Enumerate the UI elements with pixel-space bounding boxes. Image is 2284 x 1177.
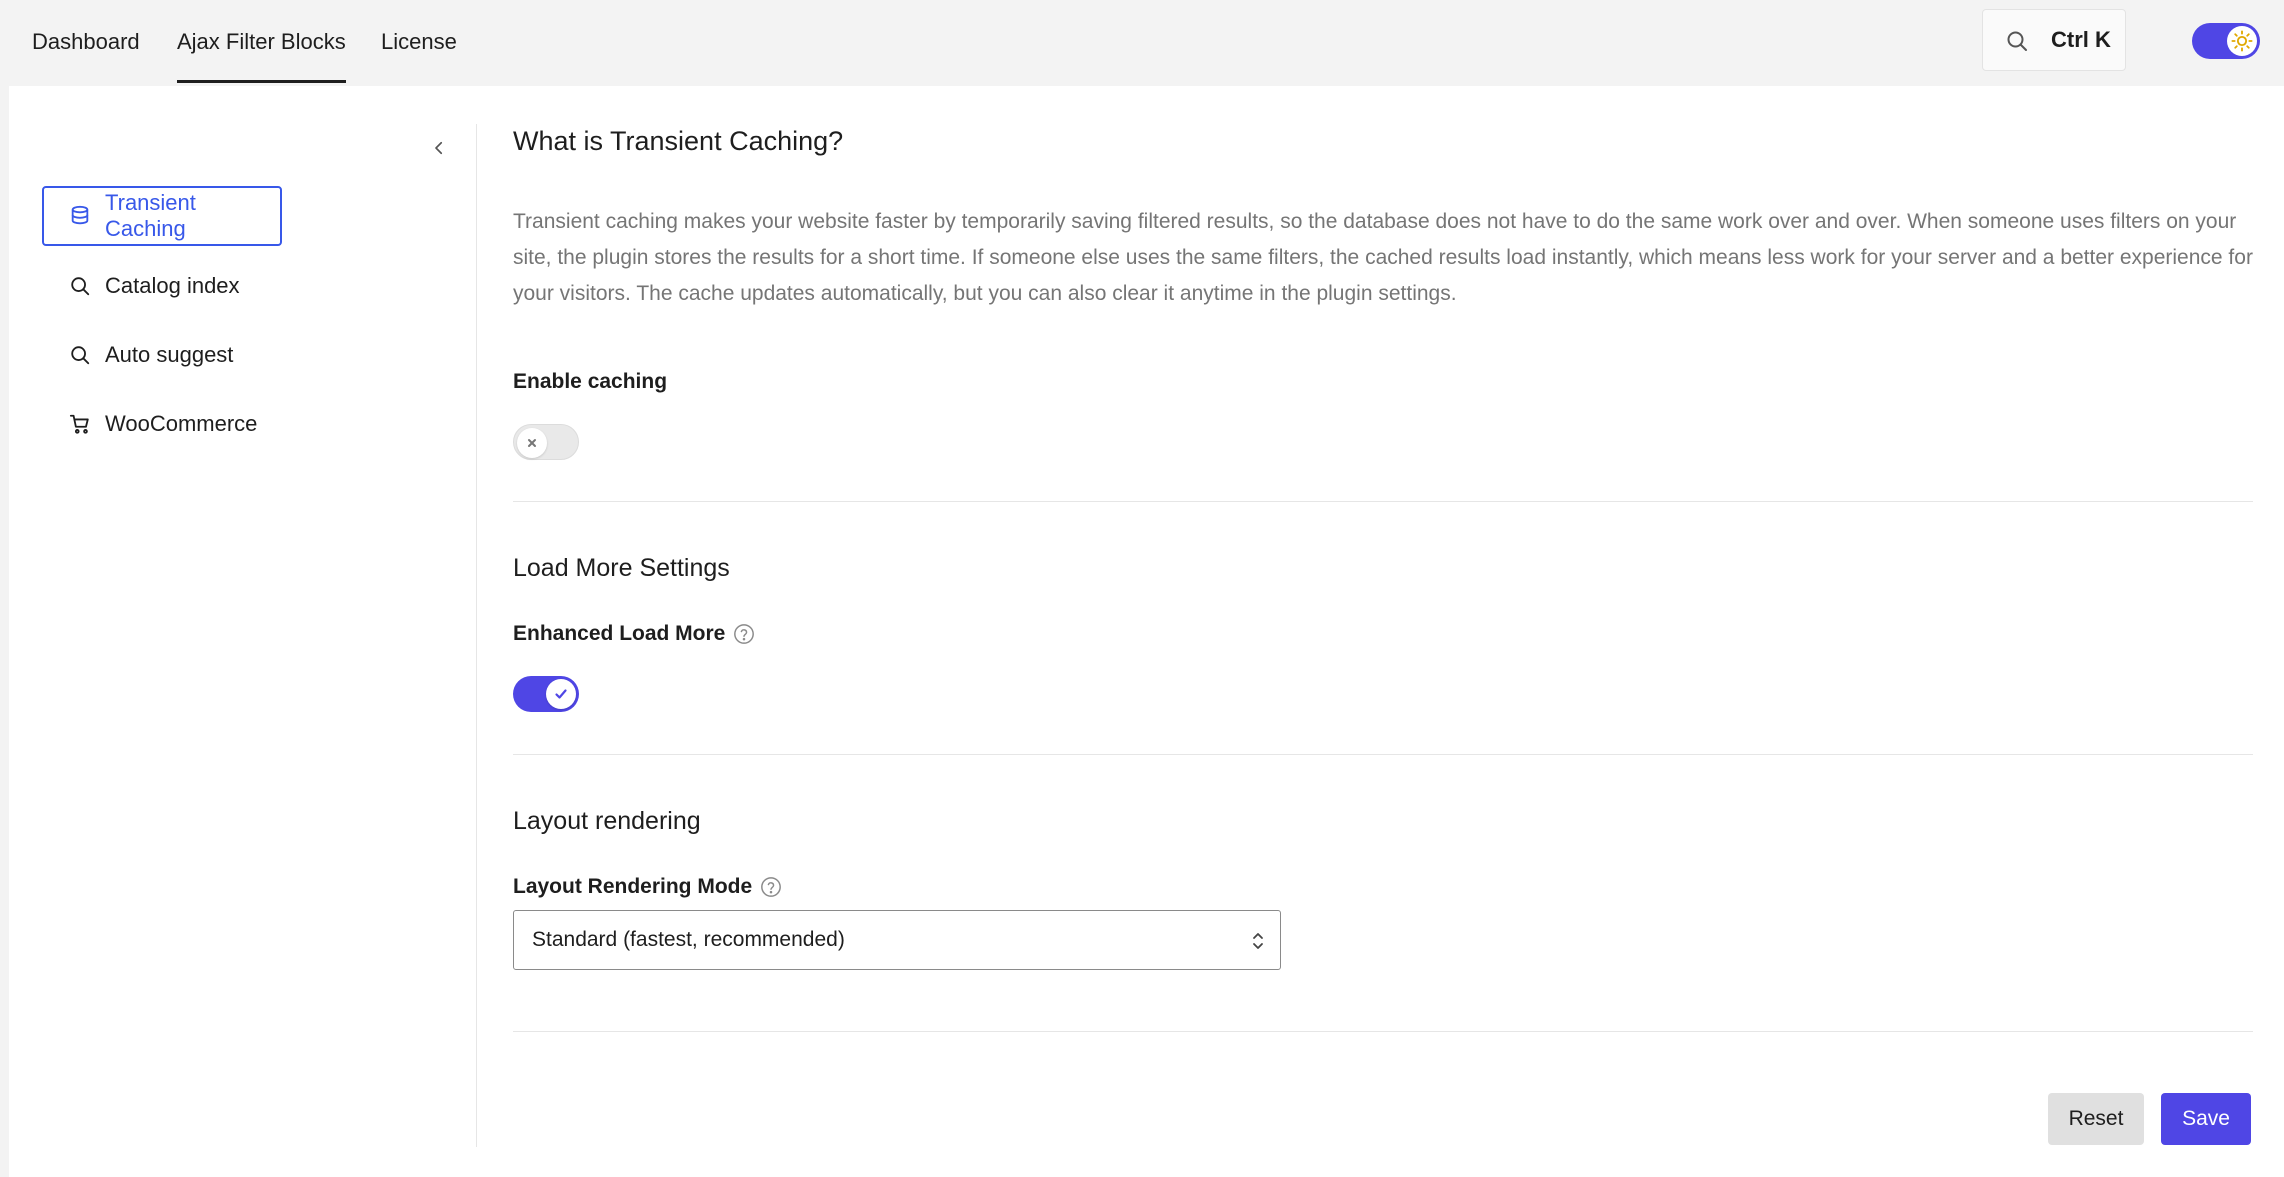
search-icon bbox=[71, 277, 90, 296]
select-value: Standard (fastest, recommended) bbox=[532, 928, 845, 951]
layout-rendering-mode-label: Layout Rendering Mode bbox=[513, 875, 782, 899]
enable-caching-toggle[interactable] bbox=[513, 424, 579, 460]
section-divider bbox=[513, 754, 2253, 755]
sidebar-item-label: Catalog index bbox=[105, 273, 240, 298]
chevron-updown-icon bbox=[1253, 933, 1263, 949]
sidebar-item-label: WooCommerce bbox=[105, 411, 258, 436]
collapse-sidebar-button[interactable] bbox=[421, 130, 457, 166]
search-icon bbox=[2007, 31, 2027, 51]
sidebar-item-label: Auto suggest bbox=[105, 342, 234, 367]
theme-toggle[interactable] bbox=[2192, 23, 2260, 59]
sun-icon bbox=[2231, 30, 2253, 52]
theme-toggle-knob bbox=[2227, 26, 2257, 56]
check-icon bbox=[555, 689, 567, 699]
toggle-knob bbox=[517, 428, 547, 458]
toggle-knob bbox=[546, 679, 576, 709]
database-icon bbox=[71, 205, 89, 225]
sidebar-item-transient-caching[interactable]: Transient Caching bbox=[42, 186, 282, 246]
help-icon[interactable] bbox=[733, 623, 755, 645]
load-more-section-title: Load More Settings bbox=[513, 554, 730, 582]
tab-ajax-filter-blocks[interactable]: Ajax Filter Blocks bbox=[177, 0, 346, 84]
sidebar-item-woocommerce[interactable]: WooCommerce bbox=[42, 394, 282, 454]
sidebar-item-catalog-index[interactable]: Catalog index bbox=[42, 256, 282, 316]
search-shortcut: Ctrl K bbox=[2051, 27, 2111, 52]
settings-panel: Transient Caching Catalog index Auto sug… bbox=[9, 86, 2284, 1177]
help-icon[interactable] bbox=[760, 876, 782, 898]
reset-button[interactable]: Reset bbox=[2048, 1093, 2144, 1145]
command-search-button[interactable]: Ctrl K bbox=[1982, 9, 2126, 71]
layout-rendering-mode-select[interactable]: Standard (fastest, recommended) bbox=[513, 910, 1281, 970]
layout-rendering-mode-label-text: Layout Rendering Mode bbox=[513, 875, 753, 898]
close-icon bbox=[528, 439, 536, 447]
sidebar-item-label: Transient Caching bbox=[105, 190, 196, 241]
section-divider bbox=[513, 1031, 2253, 1032]
sidebar-item-auto-suggest[interactable]: Auto suggest bbox=[42, 325, 282, 385]
page-title: What is Transient Caching? bbox=[513, 126, 844, 156]
sidebar-divider bbox=[476, 124, 477, 1147]
cart-icon bbox=[69, 414, 89, 434]
enable-caching-label-text: Enable caching bbox=[513, 370, 668, 393]
search-icon bbox=[71, 346, 90, 365]
tab-license[interactable]: License bbox=[381, 0, 457, 84]
top-navigation: Dashboard Ajax Filter Blocks License Ctr… bbox=[0, 0, 2284, 86]
tab-dashboard[interactable]: Dashboard bbox=[32, 0, 140, 84]
section-divider bbox=[513, 501, 2253, 502]
enhanced-load-more-toggle[interactable] bbox=[513, 676, 579, 712]
layout-section-title: Layout rendering bbox=[513, 807, 701, 835]
chevron-left-icon bbox=[435, 141, 443, 155]
save-button[interactable]: Save bbox=[2161, 1093, 2251, 1145]
enable-caching-label: Enable caching bbox=[513, 370, 667, 394]
enhanced-load-more-label-text: Enhanced Load More bbox=[513, 622, 726, 645]
enhanced-load-more-label: Enhanced Load More bbox=[513, 622, 755, 646]
description-text: Transient caching makes your website fas… bbox=[513, 210, 2253, 305]
